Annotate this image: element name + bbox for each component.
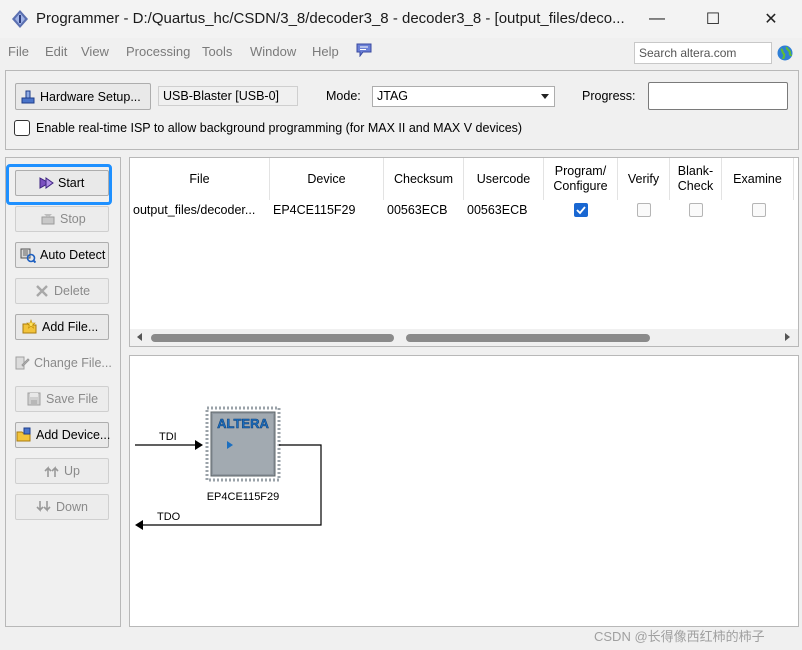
search-input[interactable]: Search altera.com [634, 42, 772, 64]
program-checkbox[interactable] [574, 203, 588, 217]
menu-processing[interactable]: Processing [126, 44, 190, 59]
tdi-label: TDI [159, 431, 177, 443]
cell-device: EP4CE115F29 [273, 203, 356, 217]
save-file-button[interactable]: Save File [15, 386, 109, 412]
save-file-label: Save File [46, 392, 99, 406]
minimize-icon: — [649, 10, 665, 27]
tdo-label: TDO [157, 511, 181, 523]
altera-logo: ALTERA [217, 416, 269, 431]
checkmark-icon [576, 206, 586, 215]
stop-label: Stop [60, 212, 86, 226]
down-button[interactable]: Down [15, 494, 109, 520]
menu-tools[interactable]: Tools [202, 44, 232, 59]
save-file-icon [27, 392, 41, 406]
col-checksum[interactable]: Checksum [384, 158, 464, 200]
delete-label: Delete [54, 284, 91, 298]
add-device-button[interactable]: Add Device... [15, 422, 111, 448]
examine-checkbox[interactable] [752, 203, 766, 217]
hardware-setup-icon [21, 90, 35, 103]
change-file-icon [15, 356, 30, 370]
isp-label: Enable real-time ISP to allow background… [36, 121, 523, 135]
jtag-chain-diagram: TDI ALTERA EP4CE115F29 TDO [135, 406, 322, 530]
change-file-button[interactable]: Change File... [13, 350, 112, 376]
auto-detect-label: Auto Detect [40, 248, 106, 262]
add-device-label: Add Device... [36, 428, 111, 442]
menu-file[interactable]: File [8, 44, 29, 59]
fpga-chip[interactable]: ALTERA [205, 406, 281, 482]
down-label: Down [56, 500, 88, 514]
blank-check-checkbox[interactable] [689, 203, 703, 217]
scroll-left-icon[interactable] [137, 333, 142, 341]
start-button-highlight [6, 164, 112, 205]
mode-label: Mode: [326, 89, 361, 103]
hardware-value-field: USB-Blaster [USB-0] [158, 86, 298, 106]
close-button[interactable]: ✕ [742, 0, 800, 38]
delete-icon [36, 285, 48, 297]
hardware-setup-button[interactable]: Hardware Setup... [15, 83, 151, 110]
down-icon [36, 501, 51, 512]
window-title: Programmer - D:/Quartus_hc/CSDN/3_8/deco… [36, 10, 625, 27]
verify-checkbox[interactable] [637, 203, 651, 217]
scroll-thumb-right[interactable] [406, 334, 650, 342]
col-device[interactable]: Device [270, 158, 384, 200]
add-file-label: Add File... [42, 320, 99, 334]
col-file[interactable]: File [130, 158, 270, 200]
add-device-icon [16, 427, 31, 442]
change-file-label: Change File... [34, 356, 112, 370]
maximize-button[interactable]: ☐ [684, 0, 742, 38]
tdo-arrow-icon [135, 520, 143, 530]
add-file-button[interactable]: Add File... [15, 314, 109, 340]
globe-icon[interactable] [777, 45, 793, 61]
auto-detect-icon [20, 248, 36, 263]
stop-button[interactable]: Stop [15, 206, 109, 232]
title-bar: Programmer - D:/Quartus_hc/CSDN/3_8/deco… [0, 0, 802, 38]
menu-view[interactable]: View [81, 44, 109, 59]
delete-button[interactable]: Delete [15, 278, 109, 304]
close-icon: ✕ [764, 11, 778, 28]
menu-edit[interactable]: Edit [45, 44, 67, 59]
add-file-icon [22, 319, 37, 334]
col-verify[interactable]: Verify [618, 158, 670, 200]
minimize-button[interactable]: — [628, 0, 686, 38]
cell-checksum: 00563ECB [387, 203, 448, 217]
progress-label: Progress: [582, 89, 636, 103]
mode-select[interactable]: JTAG [372, 86, 555, 107]
chevron-down-icon [541, 94, 549, 99]
col-examine[interactable]: Examine [722, 158, 794, 200]
col-usercode[interactable]: Usercode [464, 158, 544, 200]
mode-selected-value: JTAG [377, 89, 409, 103]
scroll-right-icon[interactable] [785, 333, 790, 341]
quartus-app-icon [12, 10, 28, 28]
help-bubble-icon[interactable] [356, 43, 372, 57]
cell-file: output_files/decoder... [133, 203, 256, 217]
up-icon [44, 466, 59, 477]
table-horizontal-scrollbar[interactable] [130, 329, 798, 346]
col-program-configure[interactable]: Program/ Configure [544, 158, 618, 200]
col-blank-check[interactable]: Blank- Check [670, 158, 722, 200]
scroll-thumb-left[interactable] [151, 334, 394, 342]
menu-help[interactable]: Help [312, 44, 339, 59]
up-button[interactable]: Up [15, 458, 109, 484]
menu-window[interactable]: Window [250, 44, 296, 59]
maximize-icon: ☐ [705, 11, 721, 28]
auto-detect-button[interactable]: Auto Detect [15, 242, 109, 268]
progress-bar [648, 82, 788, 110]
up-label: Up [64, 464, 80, 478]
device-label: EP4CE115F29 [207, 491, 280, 503]
isp-checkbox[interactable] [14, 120, 30, 136]
tdi-arrow-icon [195, 440, 203, 450]
stop-icon [41, 214, 55, 225]
hardware-setup-label: Hardware Setup... [40, 89, 141, 104]
watermark: CSDN @长得像西红柿的柿子 [594, 629, 765, 644]
cell-usercode: 00563ECB [467, 203, 528, 217]
